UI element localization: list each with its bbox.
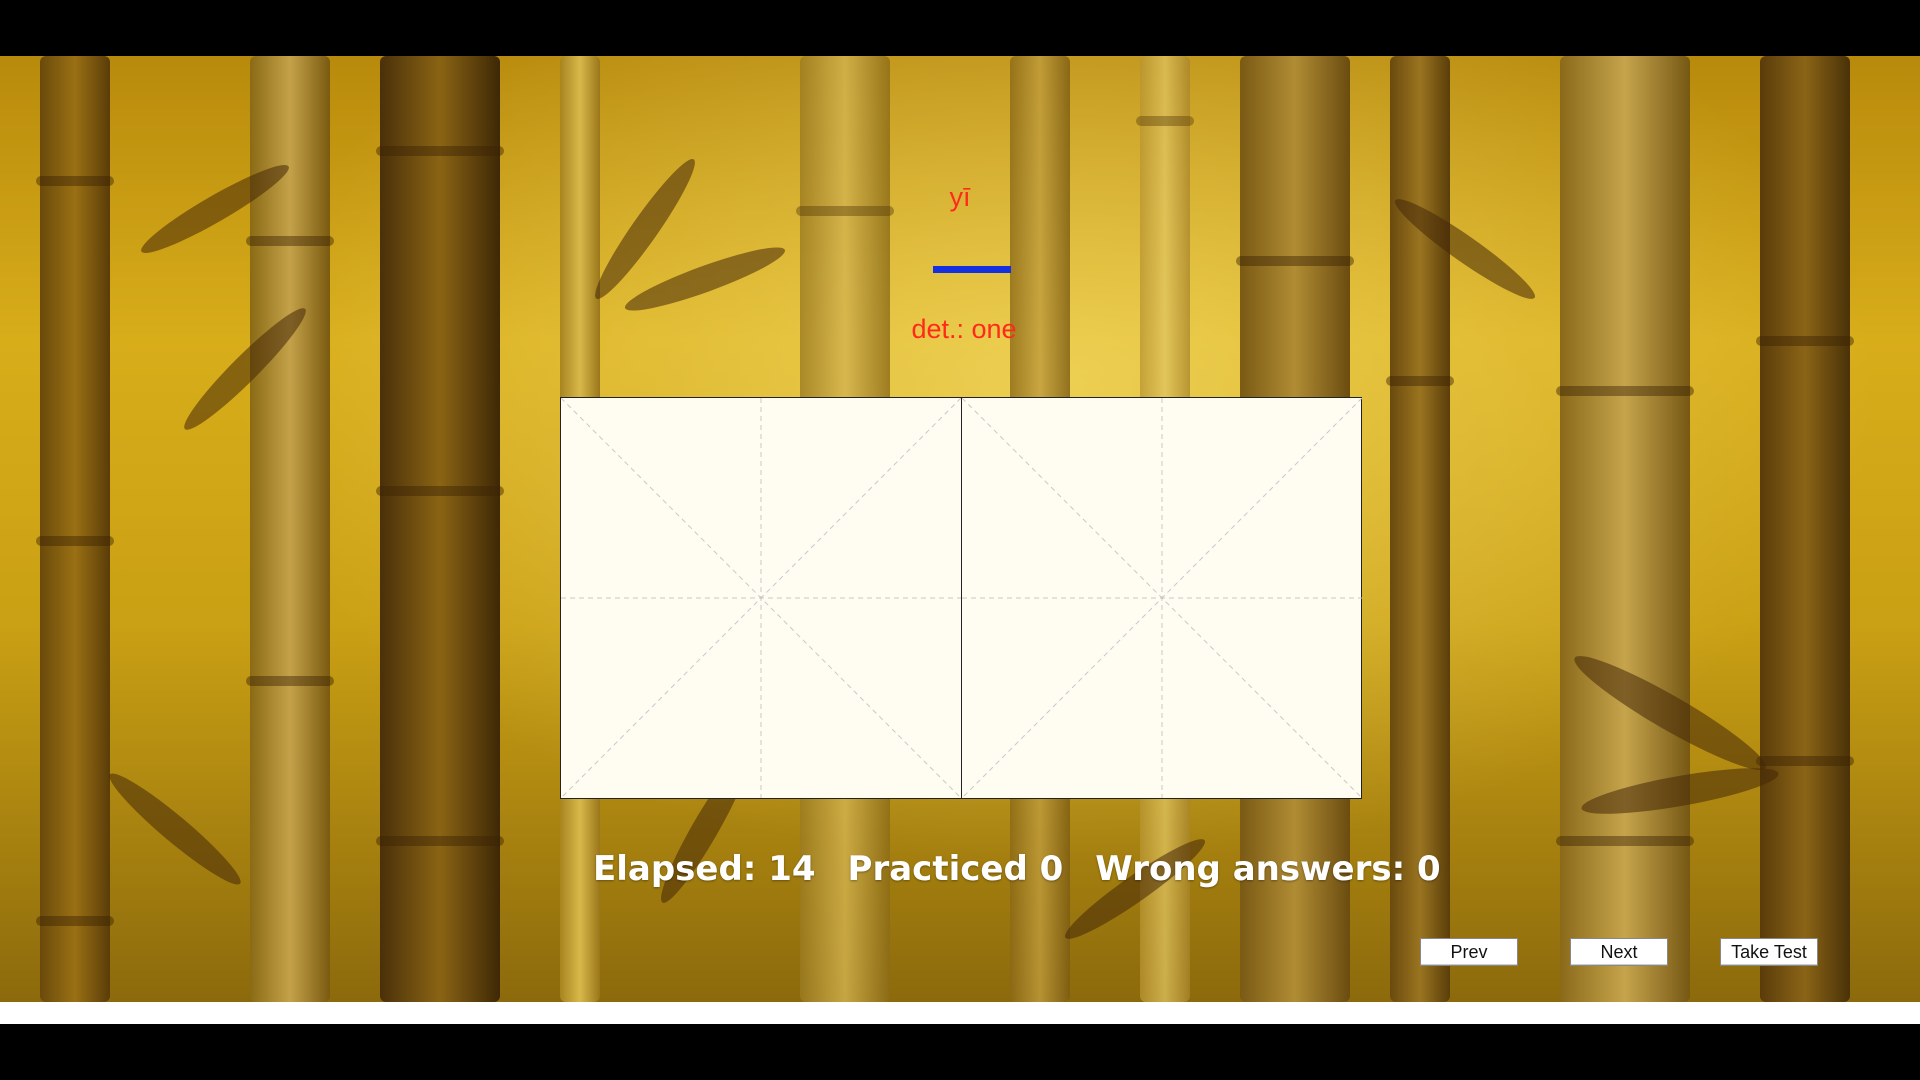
bottom-letterbox bbox=[0, 1024, 1920, 1080]
practiced-counter: Practiced 0 bbox=[847, 849, 1064, 889]
next-button[interactable]: Next bbox=[1570, 938, 1668, 966]
writing-grid bbox=[560, 397, 1362, 799]
bamboo-leaf bbox=[101, 764, 249, 894]
elapsed-counter: Elapsed: 14 bbox=[593, 849, 816, 889]
bottom-strip bbox=[0, 1002, 1920, 1024]
character-stroke-preview bbox=[933, 266, 1011, 273]
meaning-label: det.: one bbox=[911, 314, 1017, 344]
grid-guides bbox=[962, 398, 1362, 798]
stats-bar: Elapsed: 14 Practiced 0 Wrong answers: 0 bbox=[593, 846, 1441, 892]
take-test-button[interactable]: Take Test bbox=[1720, 938, 1818, 966]
writing-box[interactable] bbox=[561, 398, 961, 798]
prev-button[interactable]: Prev bbox=[1420, 938, 1518, 966]
top-letterbox bbox=[0, 0, 1920, 56]
wrong-answers-counter: Wrong answers: 0 bbox=[1095, 849, 1441, 889]
grid-guides bbox=[561, 398, 961, 798]
writing-box[interactable] bbox=[961, 398, 1362, 798]
bamboo-leaf bbox=[620, 237, 790, 321]
pinyin-label: yī bbox=[949, 182, 971, 212]
